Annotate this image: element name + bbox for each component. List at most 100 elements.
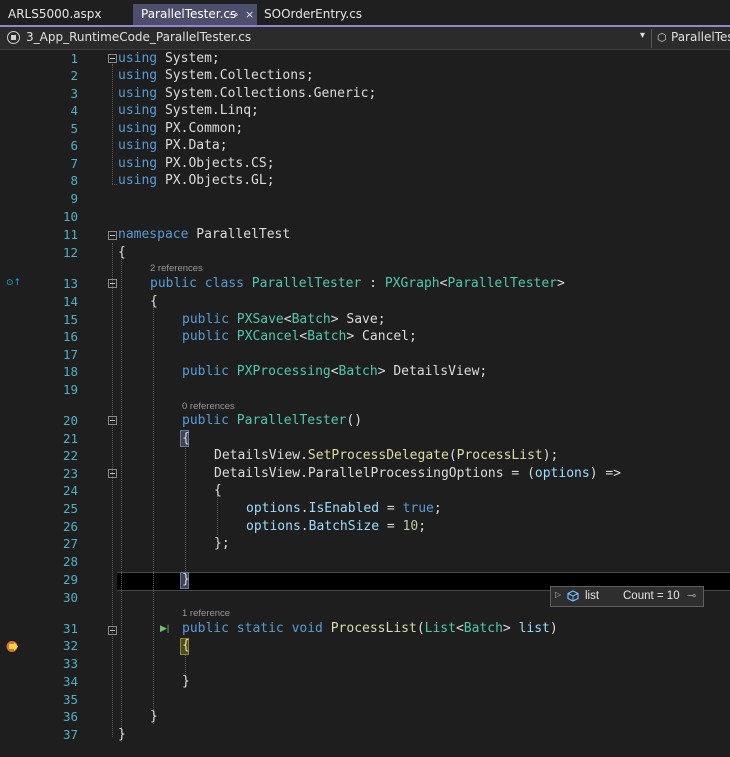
line-number: 22 — [62, 448, 78, 463]
code-line: public class ParallelTester : PXGraph<Pa… — [150, 276, 565, 291]
tab-soorderentry-cs[interactable]: SOOrderEntry.cs — [256, 4, 362, 25]
tab-arls5000-aspx[interactable]: ARLS5000.aspx — [0, 4, 131, 25]
line-number: 33 — [62, 656, 78, 671]
code-line: using PX.Objects.GL; — [118, 173, 275, 188]
line-number: 2 — [70, 68, 78, 83]
line-number: 34 — [62, 674, 78, 689]
expand-arrow-icon[interactable]: ▷ — [555, 590, 561, 599]
execution-pointer-icon[interactable] — [6, 640, 21, 653]
code-line: DetailsView.SetProcessDelegate(ProcessLi… — [214, 448, 559, 463]
code-line: namespace ParallelTest — [118, 227, 291, 242]
line-number: 24 — [62, 483, 78, 498]
fold-guide — [112, 64, 113, 184]
line-number: 36 — [62, 709, 78, 724]
run-to-click-icon[interactable]: ▶| — [160, 623, 169, 634]
code-line: { — [182, 431, 190, 446]
code-line: using PX.Data; — [118, 138, 228, 153]
line-number: 30 — [62, 590, 78, 605]
line-number: 8 — [70, 173, 78, 188]
line-number: 11 — [62, 227, 78, 242]
code-line: } — [118, 727, 126, 742]
member-dropdown[interactable]: ParallelTest. — [671, 30, 730, 44]
code-line: using PX.Objects.CS; — [118, 156, 275, 171]
datatip-variable-name: list — [585, 590, 600, 602]
collapse-toggle[interactable] — [108, 279, 117, 288]
code-line: using System.Collections; — [118, 68, 314, 83]
datatip-variable-value: Count = 10 — [623, 590, 680, 602]
code-line: options.BatchSize = 10; — [246, 519, 427, 534]
close-icon[interactable]: × — [245, 4, 254, 25]
tab-paralleltester-cs[interactable]: ParallelTester.cs ⊸ × — [133, 4, 257, 25]
line-number: 25 — [62, 501, 78, 516]
line-number: 13 — [62, 276, 78, 291]
chevron-down-icon[interactable]: ▾ — [640, 30, 645, 41]
code-line: DetailsView.ParallelProcessingOptions = … — [214, 466, 622, 481]
line-number: 23 — [62, 466, 78, 481]
code-line: } — [182, 572, 190, 587]
csharp-project-icon — [7, 31, 20, 44]
line-number: 20 — [62, 413, 78, 428]
navigation-bar: 3_App_RuntimeCode_ParallelTester.cs ▾ ⬡ … — [0, 27, 730, 50]
fold-guide — [112, 184, 117, 185]
tab-label: SOOrderEntry.cs — [264, 7, 363, 21]
code-line: { — [214, 483, 222, 498]
line-number: 7 — [70, 156, 78, 171]
code-line: { — [182, 638, 190, 653]
code-line: public ParallelTester() — [182, 413, 363, 428]
code-lens-references[interactable]: 1 reference — [182, 608, 230, 619]
code-line: public PXCancel<Batch> Cancel; — [182, 329, 417, 344]
class-icon: ⬡ — [657, 31, 667, 44]
debugger-datatip[interactable]: ▷ list Count = 10 ⊸ — [550, 586, 704, 607]
line-number: 19 — [62, 382, 78, 397]
line-number: 26 — [62, 519, 78, 534]
pin-icon[interactable]: ⊸ — [229, 4, 238, 25]
line-number: 15 — [62, 312, 78, 327]
line-number: 35 — [62, 692, 78, 707]
line-number: 14 — [62, 294, 78, 309]
line-number: 16 — [62, 329, 78, 344]
line-number: 37 — [62, 727, 78, 742]
tab-label: ARLS5000.aspx — [8, 7, 102, 21]
code-line: { — [118, 245, 126, 260]
collapse-toggle[interactable] — [108, 54, 117, 63]
collapse-toggle[interactable] — [108, 416, 117, 425]
code-line: using System.Linq; — [118, 103, 259, 118]
collapse-toggle[interactable] — [108, 626, 117, 635]
code-line: { — [150, 294, 158, 309]
line-number: 4 — [70, 103, 78, 118]
line-number: 27 — [62, 536, 78, 551]
tab-label: ParallelTester.cs — [141, 7, 237, 21]
indent-guide — [185, 437, 186, 577]
line-number: 12 — [62, 245, 78, 260]
code-line: } — [150, 709, 158, 724]
code-editor[interactable]: ⊙↑ ▶| 1 2 3 4 5 6 7 8 9 10 11 12 13 14 1… — [0, 50, 730, 757]
code-lens-references[interactable]: 2 references — [150, 263, 203, 274]
line-number: 9 — [70, 191, 78, 206]
code-line: using System.Collections.Generic; — [118, 86, 377, 101]
line-number: 5 — [70, 121, 78, 136]
project-dropdown[interactable]: 3_App_RuntimeCode_ParallelTester.cs — [26, 30, 251, 44]
line-number: 17 — [62, 347, 78, 362]
line-number: 1 — [70, 51, 78, 66]
code-line: public PXProcessing<Batch> DetailsView; — [182, 364, 488, 379]
line-number: 29 — [62, 572, 78, 587]
fold-guide — [112, 243, 113, 737]
line-number: 3 — [70, 86, 78, 101]
code-line: public static void ProcessList(List<Batc… — [182, 621, 558, 636]
line-number: 28 — [62, 554, 78, 569]
code-line: using PX.Common; — [118, 121, 244, 136]
collapse-toggle[interactable] — [108, 469, 117, 478]
line-number: 18 — [62, 364, 78, 379]
pin-icon[interactable]: ⊸ — [687, 589, 696, 602]
code-line: using System; — [118, 51, 220, 66]
indent-guide — [121, 257, 122, 742]
code-line: }; — [214, 536, 230, 551]
code-line: } — [182, 674, 190, 689]
code-lens-references[interactable]: 0 references — [182, 401, 235, 412]
line-number: 21 — [62, 431, 78, 446]
variable-icon — [567, 590, 579, 602]
code-lens-override-icon[interactable]: ⊙↑ — [6, 278, 21, 289]
code-line: public PXSave<Batch> Save; — [182, 312, 386, 327]
collapse-toggle[interactable] — [108, 231, 117, 240]
navbar-separator — [651, 29, 652, 48]
